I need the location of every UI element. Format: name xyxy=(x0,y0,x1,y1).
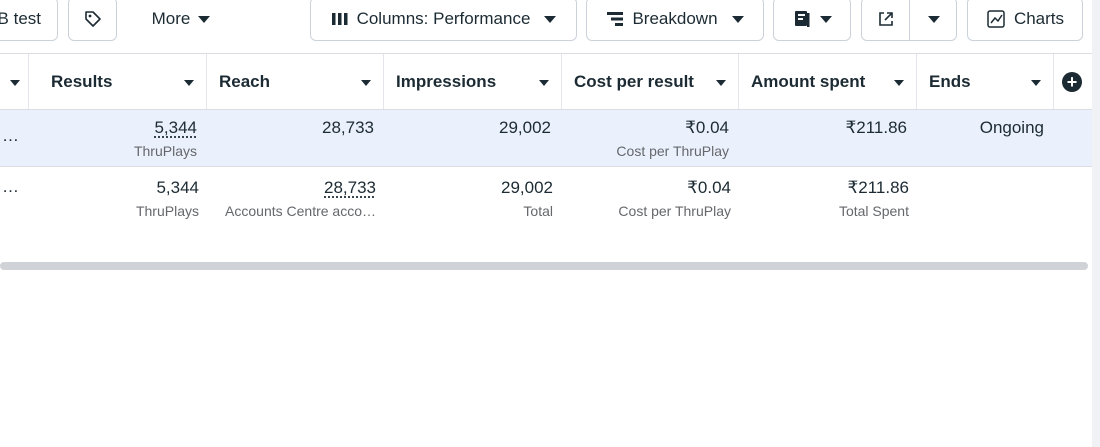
chevron-down-icon xyxy=(539,80,549,86)
column-header-label: Results xyxy=(51,71,113,91)
breakdown-label: Breakdown xyxy=(632,9,718,28)
chevron-down-icon xyxy=(184,80,194,86)
column-header-results[interactable]: Results xyxy=(29,54,207,109)
columns-button[interactable]: Columns: Performance xyxy=(310,0,577,41)
amount-spent-subtitle: Total Spent xyxy=(838,203,909,219)
column-header-label: Reach xyxy=(219,71,271,91)
chevron-down-icon xyxy=(10,80,20,86)
column-header-impressions[interactable]: Impressions xyxy=(384,54,562,109)
tag-button[interactable] xyxy=(68,0,117,41)
amount-spent-value: ₹211.86 xyxy=(847,178,909,197)
table-row[interactable]: … 5,344 ThruPlays 28,733 29,002 ₹0.04 Co… xyxy=(0,110,1092,167)
table-row[interactable]: … 5,344 ThruPlays 28,733 Accounts Centre… xyxy=(0,167,1092,231)
column-header-label: Cost per result xyxy=(574,71,694,91)
columns-label: Columns: Performance xyxy=(356,9,531,28)
columns-icon xyxy=(331,13,348,25)
results-subtitle: ThruPlays xyxy=(133,143,197,159)
results-value: 5,344 xyxy=(156,178,199,197)
chevron-down-icon xyxy=(361,80,371,86)
column-header-ends[interactable]: Ends xyxy=(917,54,1054,109)
horizontal-scrollbar[interactable] xyxy=(0,262,1088,270)
cost-per-result-value: ₹0.04 xyxy=(687,178,731,197)
row-name-truncated: … xyxy=(2,177,19,196)
reports-button[interactable] xyxy=(773,0,851,41)
vertical-scrollbar[interactable] xyxy=(1092,0,1100,447)
more-button[interactable]: More xyxy=(131,0,231,41)
chevron-down-icon xyxy=(544,15,557,23)
row-name-truncated: … xyxy=(2,126,19,145)
export-options-button[interactable] xyxy=(910,0,957,40)
table-header: Results Reach Impressions Cost per resul… xyxy=(0,53,1092,110)
charts-button[interactable]: Charts xyxy=(967,0,1083,41)
export-icon xyxy=(878,12,893,26)
results-subtitle: ThruPlays xyxy=(135,203,199,219)
chevron-down-icon xyxy=(894,80,904,86)
reach-value[interactable]: 28,733 xyxy=(324,178,376,198)
amount-spent-value: ₹211.86 xyxy=(845,118,907,137)
impressions-value: 29,002 xyxy=(501,178,553,197)
chevron-down-icon xyxy=(820,15,832,23)
export-button[interactable] xyxy=(862,0,909,40)
breakdown-icon xyxy=(607,12,624,26)
chevron-down-icon xyxy=(1031,80,1041,86)
reach-subtitle: Accounts Centre acco… xyxy=(225,203,376,219)
reach-value: 28,733 xyxy=(322,118,374,137)
charts-label: Charts xyxy=(1013,9,1065,28)
column-header-cost-per-result[interactable]: Cost per result xyxy=(562,54,739,109)
export-split-button xyxy=(861,0,957,41)
more-label: More xyxy=(151,9,191,28)
column-header-reach[interactable]: Reach xyxy=(207,54,384,109)
chevron-down-icon xyxy=(731,15,744,23)
chevron-down-icon xyxy=(198,15,211,23)
tag-icon xyxy=(84,11,101,27)
toolbar: B test More Columns: Performance Breakdo… xyxy=(0,0,1100,53)
column-header-leading[interactable] xyxy=(0,54,29,109)
cost-per-result-value: ₹0.04 xyxy=(685,118,729,137)
impressions-value: 29,002 xyxy=(499,118,551,137)
chart-icon xyxy=(987,10,1005,28)
plus-circle-icon[interactable]: + xyxy=(1062,72,1082,92)
chevron-down-icon xyxy=(716,80,726,86)
column-header-label: Amount spent xyxy=(751,71,866,91)
reports-icon xyxy=(795,11,810,27)
ends-value: Ongoing xyxy=(979,118,1044,137)
impressions-subtitle: Total xyxy=(523,203,553,219)
results-value[interactable]: 5,344 xyxy=(154,118,197,138)
ab-test-label: B test xyxy=(0,9,41,28)
column-header-label: Ends xyxy=(929,71,971,91)
chevron-down-icon xyxy=(927,15,940,23)
cost-per-result-subtitle: Cost per ThruPlay xyxy=(616,143,729,159)
column-header-label: Impressions xyxy=(396,71,497,91)
ab-test-button[interactable]: B test xyxy=(0,0,58,41)
cost-per-result-subtitle: Cost per ThruPlay xyxy=(618,203,731,219)
column-header-amount-spent[interactable]: Amount spent xyxy=(739,54,917,109)
breakdown-button[interactable]: Breakdown xyxy=(586,0,764,41)
